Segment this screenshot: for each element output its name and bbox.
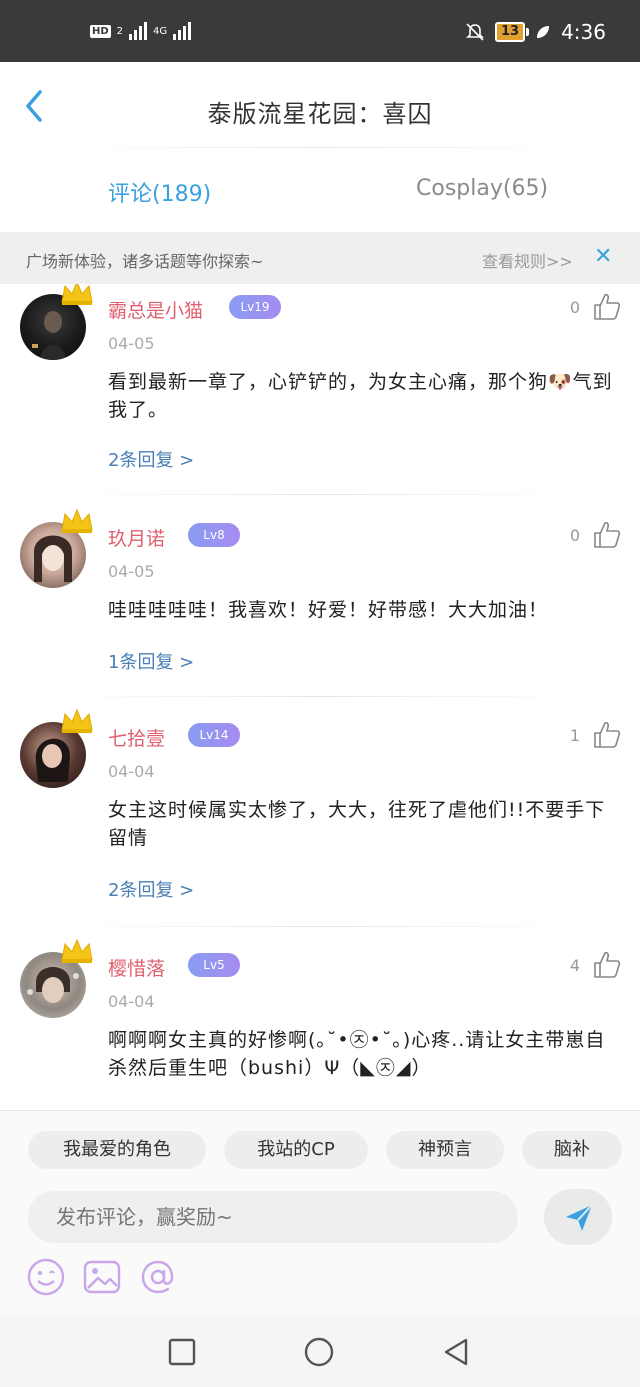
crown-icon xyxy=(61,284,93,305)
square-icon xyxy=(168,1338,196,1366)
system-nav-bar xyxy=(0,1316,640,1387)
hd-indicator: HD xyxy=(90,24,111,38)
username[interactable]: 樱惜落 xyxy=(108,954,165,981)
level-badge: Lv5 xyxy=(188,953,240,977)
crown-icon xyxy=(61,508,93,533)
comment-text: 啊啊啊女主真的好惨啊(｡˘•㉨•˘｡)心疼..请让女主带崽自杀然后重生吧（bus… xyxy=(108,1029,606,1079)
tab-cosplay[interactable]: Cosplay(65) xyxy=(416,176,548,201)
like-count: 0 xyxy=(569,298,580,317)
level-badge: Lv8 xyxy=(188,523,240,547)
recent-apps-button[interactable] xyxy=(166,1336,198,1368)
username[interactable]: 霸总是小猫 xyxy=(108,296,203,323)
comment-date: 04-04 xyxy=(108,762,155,781)
status-bar: HD 2 4G 13 4:36 xyxy=(0,0,640,62)
comment-date: 04-04 xyxy=(108,992,155,1011)
username[interactable]: 玖月诺 xyxy=(108,524,165,551)
like-button[interactable] xyxy=(592,720,622,750)
comment-input[interactable] xyxy=(28,1191,518,1243)
comment-divider xyxy=(60,494,580,495)
topic-chip-favorite-character[interactable]: 我最爱的角色 xyxy=(28,1131,206,1169)
avatar[interactable] xyxy=(20,708,93,788)
home-button[interactable] xyxy=(303,1336,335,1368)
notice-text: 广场新体验，诸多话题等你探索~ xyxy=(26,252,264,271)
comment-divider xyxy=(60,926,580,927)
comment-text: 哇哇哇哇哇！我喜欢！好爱！好带感！大大加油！ xyxy=(108,599,549,621)
image-icon[interactable] xyxy=(82,1257,122,1297)
replies-link[interactable]: 1条回复 > xyxy=(108,648,194,674)
like-button[interactable] xyxy=(592,950,622,980)
avatar[interactable] xyxy=(20,508,93,588)
like-button[interactable] xyxy=(592,520,622,550)
comment-item: 玖月诺 Lv8 0 04-05 哇哇哇哇哇！我喜欢！好爱！好带感！大大加油！ 1… xyxy=(0,496,640,697)
topic-chip-prediction[interactable]: 神预言 xyxy=(386,1131,504,1169)
header: 泰版流星花园：喜囚 xyxy=(0,62,640,148)
replies-link[interactable]: 2条回复 > xyxy=(108,446,194,472)
back-nav-button[interactable] xyxy=(440,1336,472,1368)
mute-bell-icon xyxy=(466,23,484,41)
tab-bar: 评论(189) Cosplay(65) xyxy=(0,148,640,232)
avatar[interactable] xyxy=(20,938,93,1018)
signal-icon xyxy=(129,22,148,40)
thumbs-up-icon xyxy=(594,721,621,748)
like-count: 1 xyxy=(569,726,580,745)
like-button[interactable] xyxy=(592,292,622,322)
replies-link[interactable]: 2条回复 > xyxy=(108,876,194,902)
crown-icon xyxy=(61,708,93,733)
thumbs-up-icon xyxy=(594,951,621,978)
tab-comments[interactable]: 评论(189) xyxy=(108,176,211,208)
comment-date: 04-05 xyxy=(108,334,155,353)
thumbs-up-icon xyxy=(594,521,621,548)
leaf-icon xyxy=(537,26,550,38)
like-count: 0 xyxy=(569,526,580,545)
thumbs-up-icon xyxy=(594,293,621,320)
comment-list: 霸总是小猫 Lv19 0 04-05 看到最新一章了，心铲铲的，为女主心痛，那个… xyxy=(0,284,640,1110)
sim-indicator: 2 xyxy=(116,25,124,37)
comment-text: 看到最新一章了，心铲铲的，为女主心痛，那个狗🐶气到我了。 xyxy=(108,371,613,421)
send-icon xyxy=(566,1204,593,1231)
topic-chip-ship[interactable]: 我站的CP xyxy=(224,1131,368,1169)
close-icon[interactable]: ✕ xyxy=(594,244,612,269)
emoji-icon[interactable] xyxy=(26,1257,66,1297)
status-left: HD 2 4G xyxy=(90,22,192,40)
send-button[interactable] xyxy=(544,1189,612,1245)
status-right: 13 4:36 xyxy=(465,20,606,44)
network-type: 4G xyxy=(153,25,168,37)
comment-composer: 我最爱的角色 我站的CP 神预言 脑补 xyxy=(0,1110,640,1317)
page-title: 泰版流星花园：喜囚 xyxy=(207,100,433,128)
mention-icon[interactable] xyxy=(138,1257,178,1297)
comment-item: 七拾壹 Lv14 1 04-04 女主这时候属实太惨了，大大，往死了虐他们!!不… xyxy=(0,698,640,927)
view-rules-link[interactable]: 查看规则>> xyxy=(482,248,573,272)
like-count: 4 xyxy=(569,956,580,975)
avatar[interactable] xyxy=(20,284,93,360)
circle-icon xyxy=(304,1337,334,1367)
level-badge: Lv14 xyxy=(188,723,240,747)
signal-icon xyxy=(173,22,192,40)
battery-icon: 13 xyxy=(494,22,530,42)
notice-bar: 广场新体验，诸多话题等你探索~ 查看规则>> ✕ xyxy=(0,232,640,284)
topic-chip-headcanon[interactable]: 脑补 xyxy=(522,1131,622,1169)
comment-item: 霸总是小猫 Lv19 0 04-05 看到最新一章了，心铲铲的，为女主心痛，那个… xyxy=(0,284,640,495)
username[interactable]: 七拾壹 xyxy=(108,724,165,751)
triangle-back-icon xyxy=(444,1338,468,1366)
comment-divider xyxy=(60,696,580,697)
comment-item: 樱惜落 Lv5 4 04-04 啊啊啊女主真的好惨啊(｡˘•㉨•˘｡)心疼..请… xyxy=(0,928,640,1110)
clock: 4:36 xyxy=(561,20,606,44)
comment-text: 女主这时候属实太惨了，大大，往死了虐他们!!不要手下留情 xyxy=(108,799,606,849)
crown-icon xyxy=(61,938,93,963)
level-badge: Lv19 xyxy=(229,295,281,319)
comment-date: 04-05 xyxy=(108,562,155,581)
